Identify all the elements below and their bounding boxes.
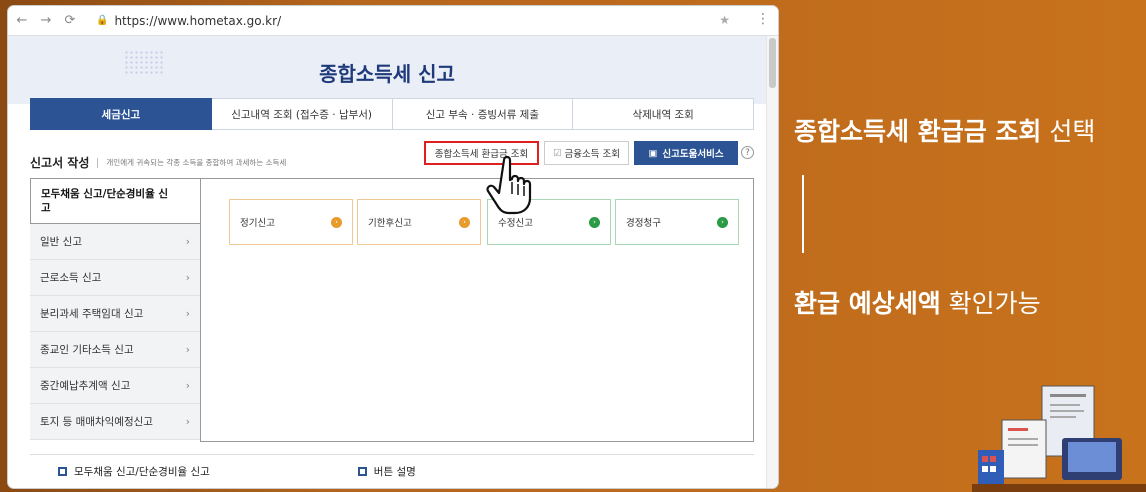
menu-kebab-icon[interactable]: ⋮ <box>756 11 770 27</box>
card-label: 경정청구 <box>626 218 661 229</box>
menu-item-earned-income[interactable]: 근로소득 신고 › <box>30 260 202 296</box>
footer-link-label: 버튼 설명 <box>373 466 416 478</box>
invoice-illustration <box>972 385 1146 492</box>
menu-item-label: 모두채움 신고/단순경비율 신고 <box>41 188 169 214</box>
page-header: 종합소득세 신고 <box>8 36 766 104</box>
footer-link-prefilled[interactable]: 모두채움 신고/단순경비율 신고 <box>58 464 210 479</box>
caption-subline-light: 확인가능 <box>940 289 1041 318</box>
card-label: 기한후신고 <box>368 218 412 229</box>
menu-item-label: 종교인 기타소득 신고 <box>40 344 134 356</box>
caption-subline: 환급 예상세액 확인가능 <box>794 284 1041 320</box>
arrow-right-icon: › <box>331 216 342 228</box>
pointer-hand-icon <box>486 155 532 215</box>
card-correction-claim[interactable]: 경정청구 › <box>615 199 739 245</box>
square-bullet-icon <box>357 467 367 476</box>
menu-item-label: 토지 등 매매차익예정신고 <box>40 416 153 428</box>
section-description: 개인에게 귀속되는 각종 소득을 종합하여 과세하는 소득세 <box>106 158 287 167</box>
forward-icon[interactable]: → <box>36 13 56 28</box>
tab-tax-filing[interactable]: 세금신고 <box>30 98 212 130</box>
divider <box>97 157 99 168</box>
caption-headline-light: 선택 <box>1041 117 1096 146</box>
section-header: 신고서 작성 개인에게 귀속되는 각종 소득을 종합하여 과세하는 소득세 <box>30 154 286 171</box>
arrow-right-icon: › <box>589 216 600 228</box>
financial-income-label: 금융소득 조회 <box>564 149 620 160</box>
hometax-page: 종합소득세 신고 세금신고 신고내역 조회 (접수증 · 납부서) 신고 부속 … <box>8 36 766 488</box>
caption-subline-bold: 환급 예상세액 <box>794 289 941 318</box>
menu-item-interim[interactable]: 중간예납추계액 신고 › <box>30 368 202 404</box>
chevron-right-icon: › <box>185 415 190 428</box>
menu-item-general[interactable]: 일반 신고 › <box>30 224 202 260</box>
arrow-right-icon: › <box>459 216 470 228</box>
help-question-icon[interactable]: ? <box>741 146 754 159</box>
star-icon[interactable]: ★ <box>719 13 730 27</box>
arrow-right-icon: › <box>717 216 728 228</box>
caption-headline-bold: 종합소득세 환급금 조회 <box>794 117 1042 146</box>
main-tabs: 세금신고 신고내역 조회 (접수증 · 납부서) 신고 부속 · 증빙서류 제출… <box>30 98 754 130</box>
divider <box>802 175 804 253</box>
chevron-right-icon: › <box>185 343 190 356</box>
scrollbar-thumb[interactable] <box>769 38 776 88</box>
chevron-right-icon: › <box>185 379 190 392</box>
book-icon: ▣ <box>648 147 658 159</box>
card-regular-filing[interactable]: 정기신고 › <box>229 199 353 245</box>
reload-icon[interactable]: ⟳ <box>60 13 80 28</box>
caption-headline: 종합소득세 환급금 조회 선택 <box>794 112 1095 148</box>
browser-window: ← → ⟳ 🔒 https://www.hometax.go.kr/ ★ ⋮ 종… <box>8 6 778 488</box>
url-text: https://www.hometax.go.kr/ <box>114 13 282 28</box>
menu-item-land[interactable]: 토지 등 매매차익예정신고 › <box>30 404 202 440</box>
chevron-right-icon: › <box>185 235 190 248</box>
filing-type-menu: 모두채움 신고/단순경비율 신고 일반 신고 › 근로소득 신고 › 분리과세 … <box>30 178 202 440</box>
card-label: 정기신고 <box>240 218 275 229</box>
card-late-filing[interactable]: 기한후신고 › <box>357 199 481 245</box>
caption-panel: 종합소득세 환급금 조회 선택 환급 예상세액 확인가능 <box>782 0 1146 492</box>
back-icon[interactable]: ← <box>12 13 32 28</box>
tab-deleted-history[interactable]: 삭제내역 조회 <box>573 98 754 130</box>
financial-income-button[interactable]: ☑ 금융소득 조회 <box>544 141 629 165</box>
menu-item-label: 분리과세 주택임대 신고 <box>40 308 144 320</box>
document-icon: ☑ <box>553 147 562 159</box>
lock-icon: 🔒 <box>96 15 109 26</box>
footer-links: 모두채움 신고/단순경비율 신고 버튼 설명 <box>30 454 754 488</box>
section-title: 신고서 작성 <box>30 156 90 170</box>
page-title: 종합소득세 신고 <box>319 62 455 86</box>
tab-attachments[interactable]: 신고 부속 · 증빙서류 제출 <box>392 98 574 130</box>
menu-item-prefilled[interactable]: 모두채움 신고/단순경비율 신고 <box>30 178 202 224</box>
scrollbar[interactable] <box>766 36 778 488</box>
footer-link-button-help[interactable]: 버튼 설명 <box>357 464 416 479</box>
menu-item-rental[interactable]: 분리과세 주택임대 신고 › <box>30 296 202 332</box>
menu-item-label: 근로소득 신고 <box>40 272 102 284</box>
address-bar[interactable]: 🔒 https://www.hometax.go.kr/ <box>96 10 281 32</box>
footer-link-label: 모두채움 신고/단순경비율 신고 <box>74 466 210 478</box>
filing-options-panel: 정기신고 › 기한후신고 › 수정신고 › 경정청구 › <box>200 178 754 442</box>
menu-item-religious[interactable]: 종교인 기타소득 신고 › <box>30 332 202 368</box>
menu-item-label: 중간예납추계액 신고 <box>40 380 131 392</box>
square-bullet-icon <box>58 467 67 476</box>
filing-help-button[interactable]: ▣ 신고도움서비스 <box>634 141 738 165</box>
menu-item-label: 일반 신고 <box>40 236 82 248</box>
tab-filing-history[interactable]: 신고내역 조회 (접수증 · 납부서) <box>211 98 393 130</box>
browser-toolbar: ← → ⟳ 🔒 https://www.hometax.go.kr/ ★ ⋮ <box>8 6 778 36</box>
chevron-right-icon: › <box>185 271 190 284</box>
chevron-right-icon: › <box>185 307 190 320</box>
filing-help-label: 신고도움서비스 <box>662 149 724 160</box>
